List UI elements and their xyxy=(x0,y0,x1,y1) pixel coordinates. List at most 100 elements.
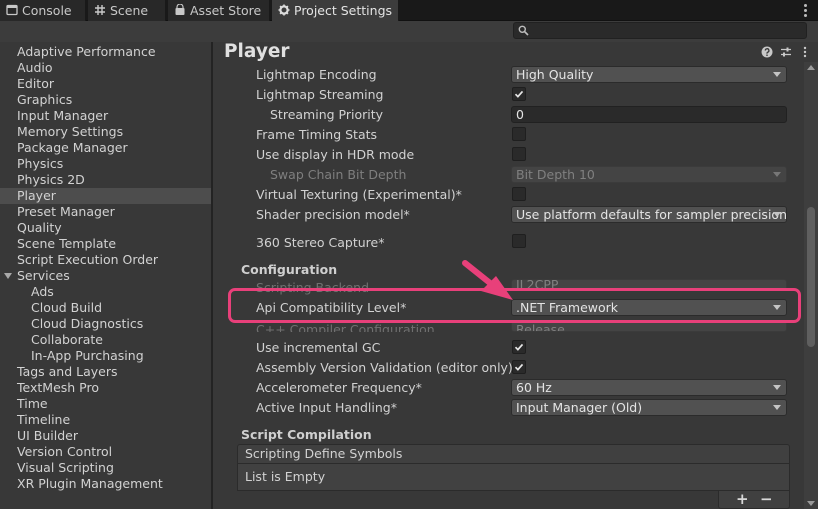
cpp-compiler-value: Release xyxy=(516,322,565,332)
hdr-display-checkbox[interactable] xyxy=(512,147,526,161)
sidebar-item-ui-builder[interactable]: UI Builder xyxy=(0,428,211,444)
sidebar-item-scene-template[interactable]: Scene Template xyxy=(0,236,211,252)
add-symbol-button[interactable]: + xyxy=(736,490,749,508)
sidebar-item-label: Version Control xyxy=(17,444,113,459)
sidebar-item-ads[interactable]: Ads xyxy=(0,284,211,300)
sidebar-item-services[interactable]: Services xyxy=(0,268,211,284)
sidebar-item-label: Memory Settings xyxy=(17,124,124,139)
tab-asset-store-label: Asset Store xyxy=(190,3,262,18)
scrollbar-thumb[interactable] xyxy=(807,207,815,347)
tab-console[interactable]: Console xyxy=(0,0,86,21)
virtual-texturing-checkbox[interactable] xyxy=(512,187,526,201)
search-input[interactable] xyxy=(530,23,800,38)
help-icon[interactable] xyxy=(761,46,773,58)
sidebar-item-cloud-build[interactable]: Cloud Build xyxy=(0,300,211,316)
sidebar-item-label: Package Manager xyxy=(17,140,128,155)
remove-symbol-button[interactable]: − xyxy=(760,490,773,508)
sidebar-item-label: Time xyxy=(17,396,48,411)
preset-sliders-icon[interactable] xyxy=(780,46,792,58)
sidebar-item-visual-scripting[interactable]: Visual Scripting xyxy=(0,460,211,476)
sidebar-item-in-app-purchasing[interactable]: In-App Purchasing xyxy=(0,348,211,364)
sidebar-item-player[interactable]: Player xyxy=(0,188,211,204)
scroll-up-icon[interactable] xyxy=(807,65,815,70)
sidebar-item-time[interactable]: Time xyxy=(0,396,211,412)
sidebar-item-label: Adaptive Performance xyxy=(17,44,156,59)
sidebar-item-label: Visual Scripting xyxy=(17,460,114,475)
sidebar-item-version-control[interactable]: Version Control xyxy=(0,444,211,460)
tab-scene-label: Scene xyxy=(110,3,149,18)
tab-scene[interactable]: Scene xyxy=(88,0,166,21)
scroll-down-icon[interactable] xyxy=(807,501,815,506)
sidebar-item-xr-plugin-management[interactable]: XR Plugin Management xyxy=(0,476,211,492)
checkmark-icon xyxy=(514,343,524,351)
sidebar-item-label: UI Builder xyxy=(17,428,79,443)
gear-icon xyxy=(278,4,290,16)
foldout-expanded-icon[interactable] xyxy=(4,273,12,279)
more-options-icon[interactable] xyxy=(799,46,811,58)
streaming-priority-field[interactable]: 0 xyxy=(511,106,787,123)
search-icon xyxy=(518,25,529,36)
lightmap-streaming-checkbox[interactable] xyxy=(512,87,526,101)
sidebar-item-label: Editor xyxy=(17,76,54,91)
sidebar-item-physics[interactable]: Physics xyxy=(0,156,211,172)
assembly-validation-label: Assembly Version Validation (editor only… xyxy=(256,360,513,375)
accelerometer-frequency-value: 60 Hz xyxy=(516,380,552,395)
checkmark-icon xyxy=(514,363,524,371)
stereo-capture-checkbox[interactable] xyxy=(512,234,526,248)
sidebar-item-physics-2d[interactable]: Physics 2D xyxy=(0,172,211,188)
shader-precision-dropdown[interactable]: Use platform defaults for sampler precis… xyxy=(511,206,787,223)
incremental-gc-label: Use incremental GC xyxy=(256,340,381,355)
chevron-down-icon xyxy=(773,72,781,77)
sidebar-item-memory-settings[interactable]: Memory Settings xyxy=(0,124,211,140)
sidebar-item-label: Scene Template xyxy=(17,236,117,251)
tab-project-settings[interactable]: Project Settings xyxy=(272,0,399,21)
sidebar-item-tags-and-layers[interactable]: Tags and Layers xyxy=(0,364,211,380)
console-icon xyxy=(6,4,18,16)
sidebar-item-audio[interactable]: Audio xyxy=(0,60,211,76)
tab-asset-store[interactable]: Asset Store xyxy=(168,0,270,21)
sidebar-item-label: Script Execution Order xyxy=(17,252,159,267)
sidebar-item-adaptive-performance[interactable]: Adaptive Performance xyxy=(0,44,211,60)
sidebar-item-cloud-diagnostics[interactable]: Cloud Diagnostics xyxy=(0,316,211,332)
sidebar-item-quality[interactable]: Quality xyxy=(0,220,211,236)
lightmap-encoding-dropdown[interactable]: High Quality xyxy=(511,66,787,83)
chevron-down-icon xyxy=(773,405,781,410)
sidebar-item-label: Cloud Build xyxy=(31,300,103,315)
lightmap-streaming-label: Lightmap Streaming xyxy=(256,87,384,102)
frame-timing-stats-checkbox[interactable] xyxy=(512,127,526,141)
window-menu-icon[interactable] xyxy=(800,3,810,17)
page-title: Player xyxy=(224,41,290,62)
hdr-display-label: Use display in HDR mode xyxy=(256,147,415,162)
vertical-scrollbar[interactable] xyxy=(804,62,818,509)
incremental-gc-checkbox[interactable] xyxy=(512,340,526,354)
sidebar-item-timeline[interactable]: Timeline xyxy=(0,412,211,428)
checkmark-icon xyxy=(514,90,524,98)
swap-chain-bit-depth-dropdown[interactable]: Bit Depth 10 xyxy=(511,166,787,183)
sidebar-item-textmesh-pro[interactable]: TextMesh Pro xyxy=(0,380,211,396)
configuration-heading: Configuration xyxy=(241,262,338,277)
sidebar-item-label: Input Manager xyxy=(17,108,109,123)
virtual-texturing-label: Virtual Texturing (Experimental)* xyxy=(256,187,462,202)
define-symbols-header: Scripting Define Symbols xyxy=(237,444,790,464)
sidebar-item-label: Timeline xyxy=(17,412,71,427)
sidebar-item-input-manager[interactable]: Input Manager xyxy=(0,108,211,124)
asset-store-icon xyxy=(174,4,186,16)
chevron-down-icon xyxy=(773,212,781,217)
accelerometer-frequency-dropdown[interactable]: 60 Hz xyxy=(511,379,787,396)
sidebar-item-label: Cloud Diagnostics xyxy=(31,316,144,331)
tab-bar: Console Scene Asset Store Project Settin… xyxy=(0,0,818,21)
sidebar-item-package-manager[interactable]: Package Manager xyxy=(0,140,211,156)
assembly-validation-checkbox[interactable] xyxy=(512,360,526,374)
sidebar-item-editor[interactable]: Editor xyxy=(0,76,211,92)
sidebar-item-preset-manager[interactable]: Preset Manager xyxy=(0,204,211,220)
active-input-dropdown[interactable]: Input Manager (Old) xyxy=(511,399,787,416)
sidebar-item-label: Graphics xyxy=(17,92,73,107)
settings-search[interactable] xyxy=(513,22,807,39)
settings-main-panel: Player Lightmap Encoding High Quality Li… xyxy=(215,41,818,509)
sidebar-item-script-execution-order[interactable]: Script Execution Order xyxy=(0,252,211,268)
sidebar-item-graphics[interactable]: Graphics xyxy=(0,92,211,108)
sidebar-item-collaborate[interactable]: Collaborate xyxy=(0,332,211,348)
sidebar-item-label: XR Plugin Management xyxy=(17,476,163,491)
sidebar-item-label: Collaborate xyxy=(31,332,103,347)
sidebar-item-label: Services xyxy=(17,268,70,283)
